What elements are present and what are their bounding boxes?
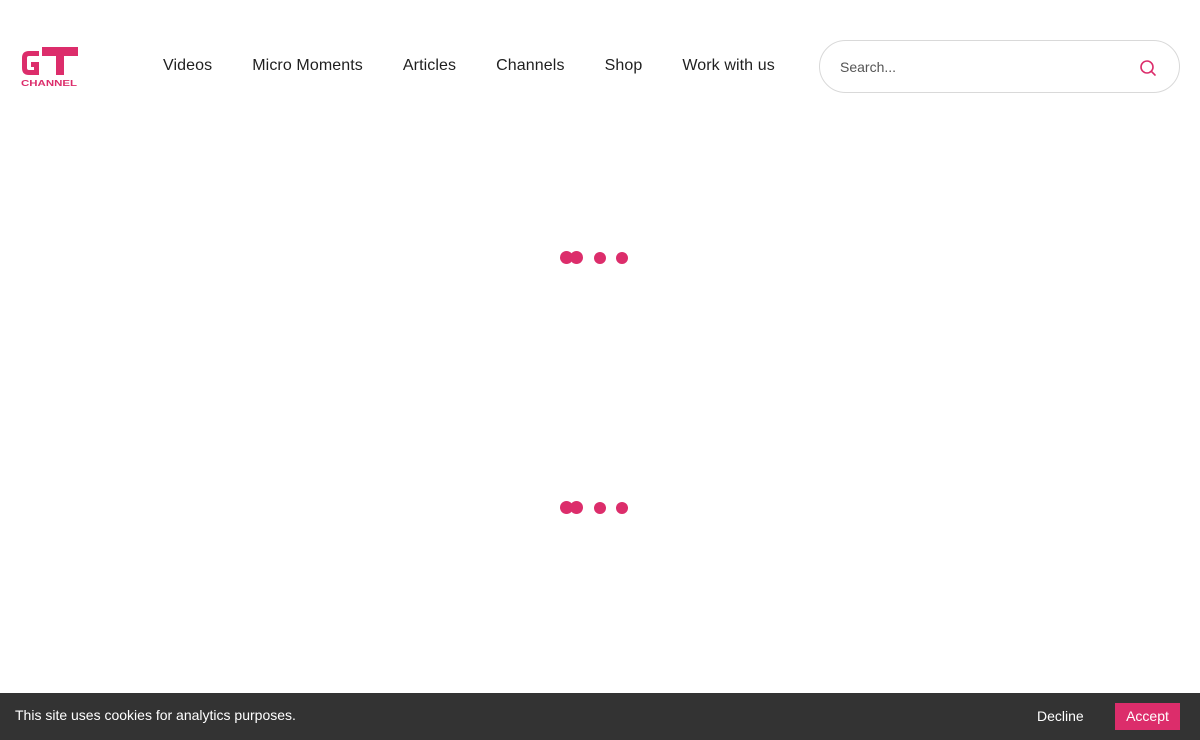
loader-dot (570, 251, 583, 264)
logo-icon: CHANNEL (21, 47, 78, 88)
loading-dots-icon (556, 499, 636, 515)
nav-item-channels[interactable]: Channels (496, 57, 564, 75)
loader-dot (594, 501, 606, 514)
accept-button[interactable]: Accept (1115, 703, 1180, 730)
search-input[interactable] (840, 55, 1120, 79)
site-header: CHANNEL Videos Micro Moments Articles Ch… (0, 0, 1200, 130)
svg-text:CHANNEL: CHANNEL (21, 78, 77, 88)
gt-channel-logo[interactable]: CHANNEL (20, 46, 78, 88)
nav-item-articles[interactable]: Articles (403, 57, 456, 75)
loader-dot (570, 501, 583, 514)
loading-dots-icon (556, 249, 636, 265)
nav-item-videos[interactable]: Videos (163, 57, 212, 75)
main-nav: Videos Micro Moments Articles Channels S… (163, 54, 775, 78)
nav-item-work-with-us[interactable]: Work with us (682, 57, 774, 75)
nav-item-shop[interactable]: Shop (605, 57, 643, 75)
search-icon[interactable] (1138, 58, 1158, 78)
search-box (819, 40, 1180, 93)
loader-dot (616, 251, 628, 264)
decline-button[interactable]: Decline (1030, 703, 1091, 729)
cookie-banner: This site uses cookies for analytics pur… (0, 693, 1200, 740)
nav-item-micro-moments[interactable]: Micro Moments (252, 57, 363, 75)
cookie-message: This site uses cookies for analytics pur… (15, 707, 296, 723)
loader-dot (594, 251, 606, 264)
loader-dot (616, 501, 628, 514)
